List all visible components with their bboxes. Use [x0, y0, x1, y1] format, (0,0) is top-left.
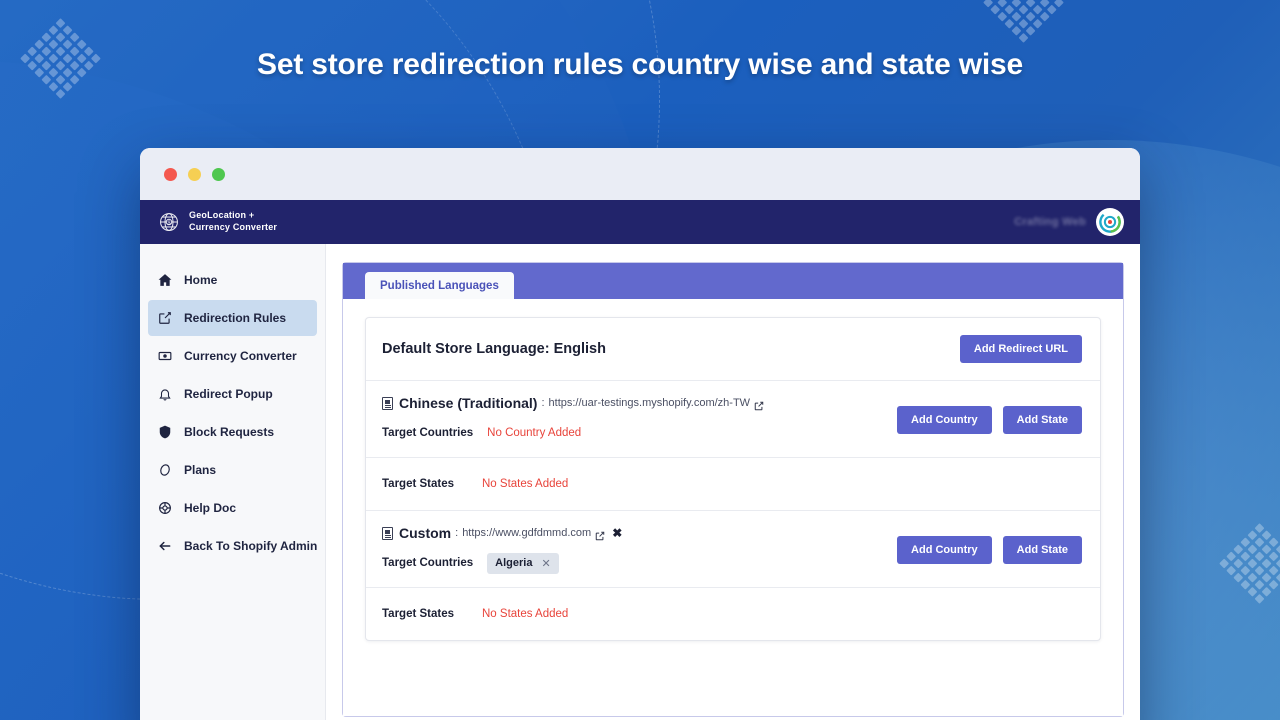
globe-dollar-icon: $: [160, 213, 178, 231]
published-languages-panel: Published Languages Default Store Langua…: [342, 262, 1124, 717]
app-brand-line-2: Currency Converter: [189, 222, 278, 232]
external-link-icon[interactable]: [754, 398, 764, 411]
target-countries-empty-text: No Country Added: [487, 427, 582, 439]
target-countries-label: Target Countries: [382, 427, 474, 439]
refresh-icon: [158, 463, 172, 477]
rule-details: Custom : https://www.gdfdmmd.com ✖ Targe…: [382, 525, 883, 574]
redirect-rule-custom: Custom : https://www.gdfdmmd.com ✖ Targe…: [366, 510, 1100, 640]
rule-main-row: Custom : https://www.gdfdmmd.com ✖ Targe…: [366, 511, 1100, 587]
sidebar-item-label: Plans: [184, 463, 217, 477]
main-content: Published Languages Default Store Langua…: [326, 244, 1140, 720]
panel-tabstrip: Published Languages: [343, 263, 1123, 299]
bell-icon: [158, 387, 172, 401]
arrow-left-icon: [158, 539, 172, 553]
page-headline: Set store redirection rules country wise…: [257, 48, 1023, 81]
money-icon: [158, 349, 172, 363]
sidebar-item-back-to-shopify-admin[interactable]: Back To Shopify Admin: [148, 528, 317, 564]
sidebar-item-redirect-popup[interactable]: Redirect Popup: [148, 376, 317, 412]
rule-separator: :: [541, 397, 545, 409]
browser-window: $ GeoLocation + Currency Converter Craft…: [140, 148, 1140, 720]
window-maximize-button[interactable]: [212, 167, 225, 181]
sidebar-item-plans[interactable]: Plans: [148, 452, 317, 488]
app-header-bar: $ GeoLocation + Currency Converter Craft…: [140, 200, 1140, 244]
rule-main-row: Chinese (Traditional) : https://uar-test…: [366, 381, 1100, 457]
country-chip-label: Algeria: [495, 557, 533, 569]
target-countries-line: Target Countries No Country Added: [382, 422, 883, 444]
target-states-label: Target States: [382, 478, 455, 490]
external-link-icon[interactable]: [595, 528, 605, 541]
rule-language-name: Chinese (Traditional): [399, 395, 538, 411]
default-store-language-title: Default Store Language: English: [382, 341, 606, 357]
sidebar-navigation: Home Redirection Rules Currency Converte…: [140, 244, 326, 720]
window-minimize-button[interactable]: [188, 167, 201, 181]
sidebar-item-block-requests[interactable]: Block Requests: [148, 414, 317, 450]
app-brand: $ GeoLocation + Currency Converter: [158, 210, 277, 233]
sidebar-item-label: Home: [184, 273, 218, 287]
target-states-line: Target States No States Added: [382, 473, 1082, 495]
rule-separator: :: [455, 527, 459, 539]
remove-country-icon[interactable]: ✕: [541, 557, 550, 570]
flag-placeholder-icon: [382, 526, 393, 540]
redirect-rule-chinese-traditional: Chinese (Traditional) : https://uar-test…: [366, 381, 1100, 510]
target-countries-line: Target Countries Algeria ✕: [382, 552, 883, 574]
target-states-row: Target States No States Added: [366, 587, 1100, 640]
browser-titlebar: [140, 148, 1140, 200]
sidebar-item-currency-converter[interactable]: Currency Converter: [148, 338, 317, 374]
add-redirect-url-button[interactable]: Add Redirect URL: [959, 335, 1082, 363]
add-country-button[interactable]: Add Country: [897, 405, 992, 434]
target-states-row: Target States No States Added: [366, 457, 1100, 510]
rule-details: Chinese (Traditional) : https://uar-test…: [382, 395, 883, 444]
app-shell: Home Redirection Rules Currency Converte…: [140, 244, 1140, 720]
lifebuoy-icon: [158, 501, 172, 515]
target-countries-label: Target Countries: [382, 557, 474, 569]
window-close-button[interactable]: [164, 167, 177, 181]
shield-icon: [158, 425, 172, 439]
remove-rule-icon[interactable]: ✖: [612, 526, 622, 540]
add-country-button[interactable]: Add Country: [897, 535, 992, 564]
rule-title-line: Custom : https://www.gdfdmmd.com ✖: [382, 525, 883, 541]
tab-published-languages[interactable]: Published Languages: [365, 272, 514, 299]
rule-url[interactable]: https://uar-testings.myshopify.com/zh-TW: [549, 397, 751, 409]
sidebar-item-help-doc[interactable]: Help Doc: [148, 490, 317, 526]
sidebar-item-redirection-rules[interactable]: Redirection Rules: [148, 300, 317, 336]
target-states-label: Target States: [382, 608, 455, 620]
add-state-button[interactable]: Add State: [1002, 535, 1082, 564]
rule-language-name: Custom: [399, 525, 452, 541]
target-states-empty-text: No States Added: [482, 478, 569, 490]
redirect-rules-card: Default Store Language: English Add Redi…: [365, 317, 1101, 641]
app-brand-line-1: GeoLocation +: [189, 210, 255, 221]
target-states-empty-text: No States Added: [482, 608, 569, 620]
flag-placeholder-icon: [382, 396, 393, 410]
svg-text:$: $: [167, 220, 170, 226]
rule-actions: Add Country Add State: [897, 405, 1082, 434]
external-link-icon: [158, 311, 172, 325]
vendor-logo-icon: [1096, 208, 1124, 236]
card-header: Default Store Language: English Add Redi…: [366, 318, 1100, 381]
rule-actions: Add Country Add State: [897, 535, 1082, 564]
country-chip-algeria[interactable]: Algeria ✕: [487, 552, 559, 574]
sidebar-item-label: Help Doc: [184, 501, 237, 515]
sidebar-item-label: Currency Converter: [184, 349, 297, 363]
target-logo-glyph: [1099, 211, 1121, 233]
target-states-line: Target States No States Added: [382, 603, 1082, 625]
vendor-label: Crafting Web: [1014, 216, 1086, 228]
sidebar-item-label: Back To Shopify Admin: [184, 539, 318, 553]
sidebar-item-label: Redirection Rules: [184, 311, 287, 325]
sidebar-item-label: Redirect Popup: [184, 387, 273, 401]
panel-body: Default Store Language: English Add Redi…: [343, 299, 1123, 716]
sidebar-item-home[interactable]: Home: [148, 262, 317, 298]
app-header-right: Crafting Web: [1014, 208, 1124, 236]
app-brand-text: GeoLocation + Currency Converter: [189, 210, 277, 233]
rule-title-line: Chinese (Traditional) : https://uar-test…: [382, 395, 883, 411]
home-icon: [158, 273, 172, 287]
sidebar-item-label: Block Requests: [184, 425, 275, 439]
add-state-button[interactable]: Add State: [1002, 405, 1082, 434]
rule-url[interactable]: https://www.gdfdmmd.com: [462, 527, 591, 539]
